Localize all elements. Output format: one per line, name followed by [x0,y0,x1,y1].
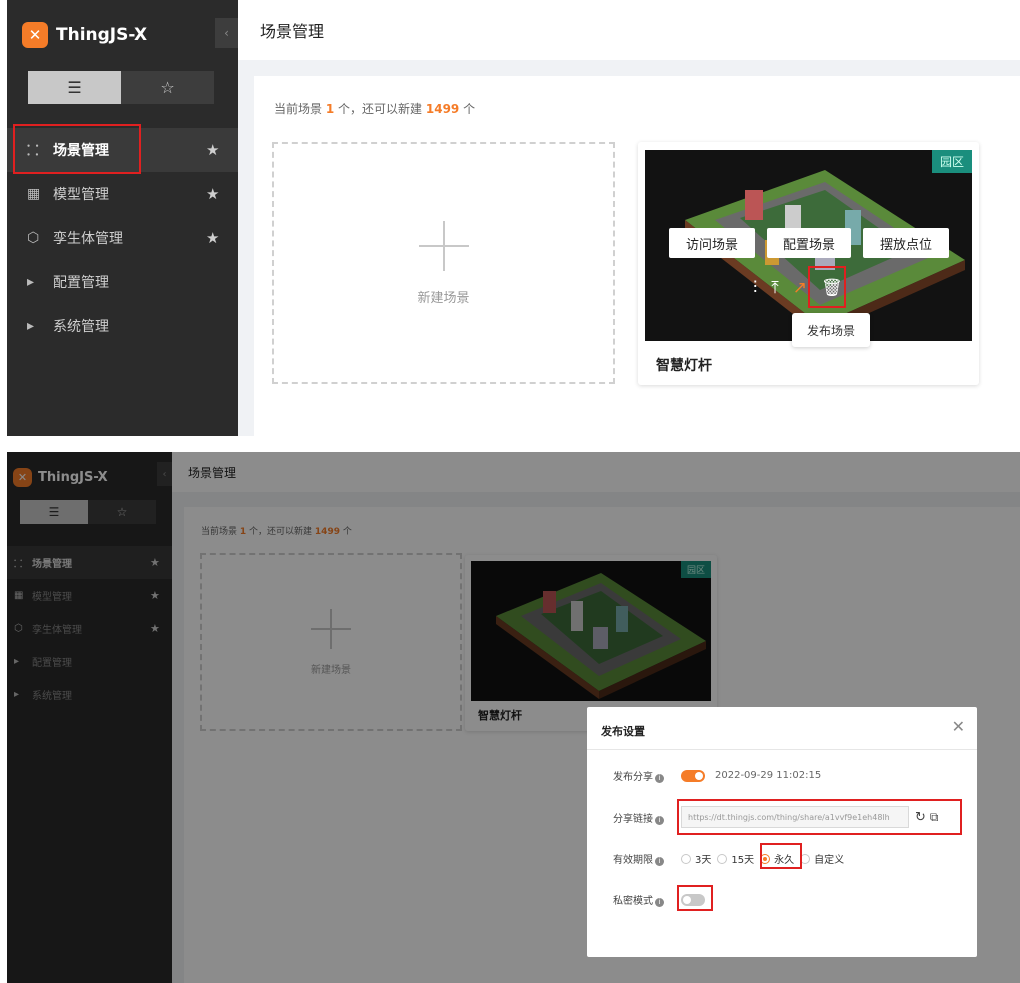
sidebar-item-label: 系统管理 [53,319,109,335]
sidebar-item-system[interactable]: ▸ 系统管理 [7,304,238,348]
star-icon[interactable]: ★ [206,141,219,159]
share-time: 2022-09-29 11:02:15 [715,770,822,781]
radio-icon [681,853,691,864]
radio-label: 自定义 [814,855,845,866]
star-icon[interactable]: ★ [206,229,219,247]
link-label-text: 分享链接 [613,813,653,825]
scene-tag: 园区 [931,150,972,173]
share-row: 发布分享 i 2022-09-29 11:02:15 [613,768,821,783]
radio-label: 3天 [695,855,712,866]
logo-icon: ✕ [22,22,48,48]
count-prefix: 当前场景 [274,102,323,116]
publish-icon[interactable]: ↗ [793,278,807,298]
scene-count: 当前场景 1 个，还可以新建 1499 个 [274,100,475,117]
scene-management-screenshot-hover: ✕ ThingJS-X ‹ ☰ ☆ ⸬ 场景管理 ★ ▦ 模型管理 ★ ⬡ 孪生… [7,0,1020,436]
radio-label: 15天 [731,855,755,866]
new-scene-card[interactable]: 新建场景 [272,142,615,384]
app-name: ThingJS-X [56,25,148,45]
place-points-button[interactable]: 摆放点位 [863,228,949,258]
close-icon[interactable]: ✕ [952,717,965,736]
highlight-box [677,885,713,911]
validity-option-custom[interactable]: 自定义 [800,851,844,866]
caret-right-icon: ▸ [27,274,35,290]
link-label: 分享链接 i [613,810,681,825]
private-label: 私密模式 i [613,892,681,907]
sidebar-item-label: 孪生体管理 [53,231,123,247]
validity-option-15d[interactable]: 15天 [717,851,754,866]
share-label: 发布分享 i [613,768,681,783]
highlight-box [808,266,846,308]
highlight-box [13,124,141,174]
scene-name: 智慧灯杆 [656,358,712,374]
pin-top-icon[interactable]: ⤒ [771,278,779,298]
publish-tooltip: 发布场景 [792,313,870,347]
list-view-icon[interactable]: ☰ [28,71,121,104]
validity-option-3d[interactable]: 3天 [681,851,711,866]
count-remaining: 1499 [425,102,460,116]
app-logo[interactable]: ✕ ThingJS-X [22,22,147,48]
scene-management-screenshot-publish: ✕ ThingJS-X ‹ ☰ ☆ ⸬ 场景管理 ★ ▦ 模型管理 ★ ⬡ 孪生… [7,452,1020,983]
caret-right-icon: ▸ [27,318,35,334]
new-scene-label: 新建场景 [417,290,470,306]
page-title: 场景管理 [238,0,1020,60]
sidebar-view-toggle: ☰ ☆ [28,71,214,104]
share-toggle[interactable] [681,769,705,782]
sidebar-item-models[interactable]: ▦ 模型管理 ★ [7,172,238,216]
publish-settings-dialog: 发布设置 ✕ 发布分享 i 2022-09-29 11:02:15 分享链接 i h… [587,707,977,957]
sidebar-item-twins[interactable]: ⬡ 孪生体管理 ★ [7,216,238,260]
content-panel: 当前场景 1 个，还可以新建 1499 个 新建场景 [254,76,1020,436]
model-icon: ▦ [27,186,41,202]
cube-icon: ⬡ [27,230,40,246]
count-suffix: 个 [463,102,476,116]
favorites-view-icon[interactable]: ☆ [121,71,214,104]
info-icon: i [655,857,664,866]
info-icon: i [655,898,664,907]
validity-label-text: 有效期限 [613,855,653,866]
visit-scene-button[interactable]: 访问场景 [669,228,755,258]
dialog-divider [587,749,977,750]
sidebar-item-config[interactable]: ▸ 配置管理 [7,260,238,304]
plus-icon [418,220,469,271]
star-icon[interactable]: ★ [206,185,219,203]
highlight-box [760,843,802,869]
configure-scene-button[interactable]: 配置场景 [767,228,851,258]
radio-icon [717,853,728,864]
sidebar: ✕ ThingJS-X ‹ ☰ ☆ ⸬ 场景管理 ★ ▦ 模型管理 ★ ⬡ 孪生… [7,0,238,436]
validity-row: 有效期限 i 3天 15天 永久 自定义 [613,851,850,866]
main-area: 场景管理 当前场景 1 个，还可以新建 1499 个 新建场景 [238,0,1020,436]
private-label-text: 私密模式 [613,896,653,907]
scene-card[interactable]: 园区 访问场景 配置场景 摆放点位 ⫶ ⤒ ↗ 🗑 智慧灯杆 [638,142,979,385]
sliders-icon[interactable]: ⫶ [753,278,757,298]
sidebar-item-label: 模型管理 [53,187,109,203]
info-icon: i [655,774,664,783]
validity-label: 有效期限 i [613,851,681,866]
collapse-sidebar-button[interactable]: ‹ [215,18,238,48]
scene-actions: 访问场景 配置场景 摆放点位 [669,228,949,258]
count-current: 1 [325,102,335,116]
highlight-box [677,799,962,835]
dialog-title: 发布设置 [601,725,645,738]
sidebar-item-label: 配置管理 [53,275,109,291]
count-middle: 个，还可以新建 [338,102,423,116]
info-icon: i [655,815,664,825]
share-label-text: 发布分享 [613,772,653,783]
